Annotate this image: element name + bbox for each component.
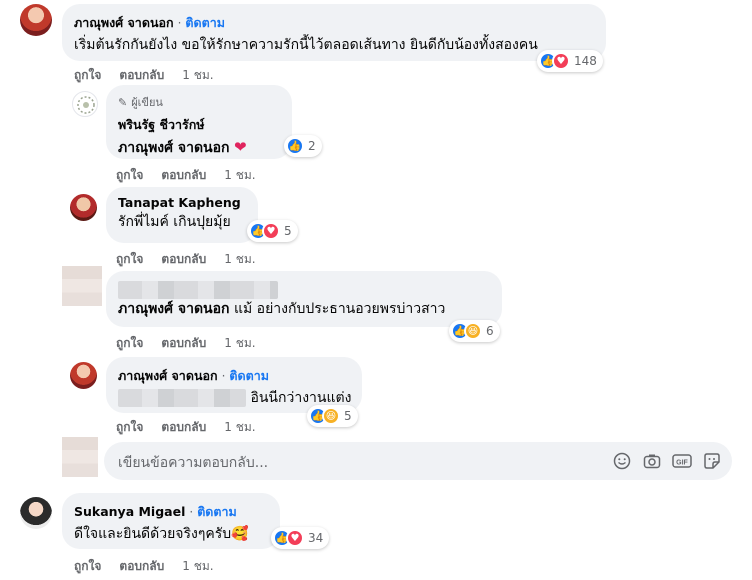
comment-bubble: ภาณุพงศ์ จาดนอก แม้ อย่างกับประธานอวยพรบ… — [106, 271, 502, 327]
comment-bubble: Sukanya Migael · ติดตาม ดีใจและยินดีด้วยจร… — [62, 493, 280, 549]
timestamp[interactable]: 1 ชม. — [182, 68, 213, 82]
reply-placeholder: เขียนข้อความตอบกลับ... — [118, 455, 269, 471]
reaction-summary[interactable]: 👍 😆 5 — [307, 405, 358, 427]
reaction-summary[interactable]: 👍 2 — [284, 135, 322, 157]
red-heart-icon: ❤ — [233, 138, 247, 156]
like-reaction-icon: 👍 — [286, 137, 304, 155]
comment-actions: ถูกใจ ตอบกลับ 1 ชม. — [74, 557, 232, 576]
current-user-avatar — [62, 437, 98, 477]
reply-button[interactable]: ตอบกลับ — [161, 420, 206, 434]
avatar[interactable] — [20, 497, 52, 529]
comment-bubble: ✎ ผู้เขียน พรินรัฐ ชีวารักษ์ ภาณุพงศ์ จาด… — [106, 85, 292, 159]
reply-button[interactable]: ตอบกลับ — [161, 252, 206, 266]
follow-link[interactable]: ติดตาม — [229, 368, 269, 383]
comment-actions: ถูกใจ ตอบกลับ 1 ชม. — [74, 66, 232, 85]
commenter-name[interactable]: Tanapat Kapheng — [118, 195, 246, 210]
reply-button[interactable]: ตอบกลับ — [161, 168, 206, 182]
timestamp[interactable]: 1 ชม. — [182, 559, 213, 573]
comment-actions: ถูกใจ ตอบกลับ 1 ชม. — [116, 250, 274, 269]
gif-icon[interactable]: GIF — [672, 451, 692, 471]
comment-bubble: Tanapat Kapheng รักพี่ไมค์ เกินปุยมุ้ย — [106, 187, 258, 243]
redacted-mention — [118, 389, 246, 407]
redacted-name — [118, 280, 278, 299]
avatar[interactable] — [20, 4, 52, 36]
pencil-icon: ✎ — [118, 95, 128, 109]
author-badge: ✎ ผู้เขียน — [118, 95, 163, 110]
reaction-summary[interactable]: 👍 ♥ 5 — [247, 220, 298, 242]
like-button[interactable]: ถูกใจ — [74, 68, 101, 82]
reaction-summary[interactable]: 👍 😆 6 — [449, 320, 500, 342]
avatar[interactable] — [62, 266, 102, 306]
love-reaction-icon: ♥ — [286, 529, 304, 547]
commenter-name[interactable]: พรินรัฐ ชีวารักษ์ — [118, 115, 280, 135]
camera-icon[interactable] — [642, 451, 662, 471]
reply-button[interactable]: ตอบกลับ — [119, 68, 164, 82]
comment-actions: ถูกใจ ตอบกลับ 1 ชม. — [116, 166, 274, 185]
like-button[interactable]: ถูกใจ — [74, 559, 101, 573]
comment-actions: ถูกใจ ตอบกลับ 1 ชม. — [116, 334, 274, 353]
follow-link[interactable]: ติดตาม — [197, 504, 237, 519]
haha-reaction-icon: 😆 — [464, 322, 482, 340]
like-button[interactable]: ถูกใจ — [116, 336, 143, 350]
love-reaction-icon: ♥ — [552, 52, 570, 70]
timestamp[interactable]: 1 ชม. — [224, 168, 255, 182]
svg-text:GIF: GIF — [676, 459, 688, 466]
like-button[interactable]: ถูกใจ — [116, 252, 143, 266]
timestamp[interactable]: 1 ชม. — [224, 336, 255, 350]
comment-text: ดีใจและยินดีด้วยจริงๆครับ🥰 — [74, 526, 249, 542]
comment-actions: ถูกใจ ตอบกลับ 1 ชม. — [116, 418, 274, 437]
comment-text: เริ่มต้นรักกันยังไง ขอให้รักษาความรักนี้… — [74, 37, 538, 53]
emoji-icon[interactable] — [612, 451, 632, 471]
avatar-pattern-icon — [77, 96, 95, 114]
sticker-icon[interactable] — [702, 451, 722, 471]
timestamp[interactable]: 1 ชม. — [224, 252, 255, 266]
comment-bubble: ภาณุพงศ์ จาดนอก · ติดตาม เริ่มต้นรักกันยัง… — [62, 4, 606, 61]
haha-reaction-icon: 😆 — [322, 407, 340, 425]
reply-button[interactable]: ตอบกลับ — [161, 336, 206, 350]
reaction-summary[interactable]: 👍 ♥ 34 — [271, 527, 330, 549]
avatar[interactable] — [70, 194, 97, 221]
commenter-name[interactable]: ภาณุพงศ์ จาดนอก — [74, 15, 174, 30]
avatar[interactable] — [72, 91, 98, 117]
comment-text: แม้ อย่างกับประธานอวยพรบ่าวสาว — [233, 301, 446, 317]
commenter-name[interactable]: Sukanya Migael — [74, 504, 185, 519]
reply-button[interactable]: ตอบกลับ — [119, 559, 164, 573]
commenter-name[interactable]: ภาณุพงศ์ จาดนอก — [118, 368, 218, 383]
mention-tag[interactable]: ภาณุพงศ์ จาดนอก — [118, 140, 230, 156]
timestamp[interactable]: 1 ชม. — [224, 420, 255, 434]
comment-text: อินนีกว่างานแต่ง — [250, 390, 352, 406]
like-button[interactable]: ถูกใจ — [116, 168, 143, 182]
avatar[interactable] — [70, 362, 97, 389]
follow-link[interactable]: ติดตาม — [185, 15, 225, 30]
love-reaction-icon: ♥ — [262, 222, 280, 240]
mention-tag[interactable]: ภาณุพงศ์ จาดนอก — [118, 301, 230, 317]
comment-text: รักพี่ไมค์ เกินปุยมุ้ย — [118, 214, 231, 230]
reply-input[interactable]: เขียนข้อความตอบกลับ... GIF — [104, 442, 732, 480]
reaction-summary[interactable]: 👍 ♥ 148 — [537, 50, 603, 72]
like-button[interactable]: ถูกใจ — [116, 420, 143, 434]
